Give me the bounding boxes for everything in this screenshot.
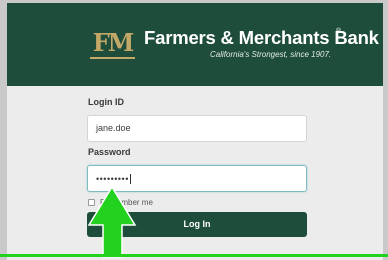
login-id-value: jane.doe [96,123,131,133]
remember-me-label[interactable]: Remember me [100,198,153,208]
registered-mark: ® [336,28,342,35]
bank-name: Farmers & Merchants Bank [144,27,379,48]
highlight-line [0,254,388,257]
bank-logo-icon: FM [90,29,135,59]
window-frame-right [383,0,388,260]
text-caret [129,174,131,184]
bank-logo-monogram: FM [92,28,135,57]
log-in-button[interactable]: Log In [87,212,307,237]
login-id-input[interactable]: jane.doe [87,115,307,142]
bank-header: FM Farmers & Merchants Bank ® California… [7,3,383,86]
bank-tagline: California's Strongest, since 1907. [210,50,332,59]
login-page: FM Farmers & Merchants Bank ® California… [0,0,388,260]
password-value: ••••••••• [96,174,129,184]
login-panel: Login ID jane.doe Password ••••••••• Rem… [7,86,383,260]
window-frame-left [0,0,7,260]
login-id-label: Login ID [88,97,124,107]
password-input[interactable]: ••••••••• [87,165,307,192]
remember-me-checkbox[interactable] [88,199,95,206]
password-label: Password [88,147,131,157]
